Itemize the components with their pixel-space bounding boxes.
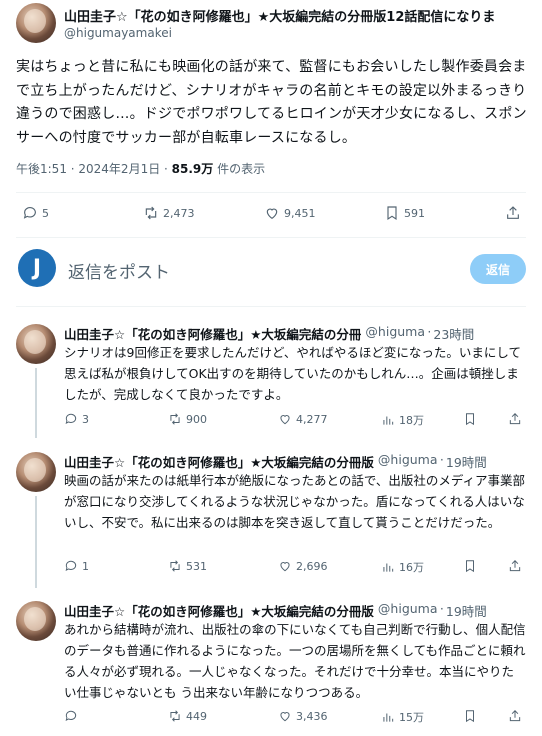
view-count: 85.9万 (171, 162, 214, 176)
repost-icon (170, 413, 180, 425)
reply-time[interactable]: 19時間 (446, 601, 487, 620)
heart-icon (266, 208, 278, 220)
separator-dot: · (439, 452, 444, 467)
like-count: 2,696 (296, 559, 328, 573)
author-name[interactable]: 山田圭子☆「花の如き阿修羅也」★大坂編完結の分冊版 (64, 601, 374, 620)
repost-count: 531 (186, 559, 207, 573)
author-avatar[interactable] (16, 601, 56, 641)
bookmark-action[interactable] (463, 709, 481, 723)
reply-composer: J 返信をポスト 返信 (0, 240, 542, 300)
bookmark-icon (466, 560, 474, 573)
views-action[interactable]: 15万 (381, 709, 424, 725)
heart-icon (280, 415, 290, 425)
reply-text: 映画の話が来たのは紙単行本が絶版になったあとの話で、出版社のメディア事業部が窓口… (64, 473, 526, 530)
thread-line (35, 368, 37, 438)
author-handle[interactable]: @higumayamakei (378, 601, 438, 620)
separator-dot: · (439, 601, 444, 616)
author-avatar[interactable] (16, 452, 56, 492)
share-action[interactable] (508, 412, 526, 426)
share-action[interactable] (508, 559, 526, 573)
bookmark-icon (466, 413, 474, 426)
view-count: 18万 (399, 414, 424, 427)
bookmark-icon (466, 710, 474, 723)
divider (16, 237, 526, 238)
repost-icon (170, 710, 180, 722)
like-count: 3,436 (296, 709, 328, 723)
view-count: 16万 (399, 561, 424, 574)
reply-tweet[interactable]: 山田圭子☆「花の如き阿修羅也」★大坂編完結の分冊 @higumayamakei … (0, 320, 542, 438)
share-icon (509, 413, 521, 425)
like-action[interactable]: 9,451 (264, 205, 316, 221)
reply-time[interactable]: 19時間 (446, 452, 487, 471)
repost-action[interactable]: 531 (168, 559, 207, 573)
reply-icon (65, 710, 77, 722)
like-count: 9,451 (284, 206, 316, 220)
reply-icon (65, 413, 77, 425)
reply-count: 5 (42, 206, 49, 220)
view-count: 15万 (399, 711, 424, 724)
like-count: 4,277 (296, 412, 328, 426)
views-action[interactable]: 18万 (381, 412, 424, 428)
repost-icon (170, 560, 180, 572)
author-handle[interactable]: @higumayamakei (365, 324, 425, 343)
separator-dot: · (427, 324, 432, 339)
reply-action[interactable]: 3 (64, 412, 89, 426)
views-action[interactable]: 16万 (381, 559, 424, 575)
tweet-timestamp[interactable]: 午後1:51 · 2024年2月1日 · (16, 162, 172, 176)
reply-icon (23, 207, 36, 219)
author-avatar[interactable] (16, 3, 56, 43)
repost-count: 449 (186, 709, 207, 723)
repost-action[interactable]: 2,473 (143, 205, 195, 221)
like-action[interactable]: 4,277 (278, 412, 328, 426)
reply-action[interactable]: 5 (22, 205, 49, 221)
reply-icon (65, 560, 77, 572)
reply-tweet[interactable]: 山田圭子☆「花の如き阿修羅也」★大坂編完結の分冊版 @higumayamakei… (0, 597, 542, 736)
reply-action[interactable]: 1 (64, 559, 89, 573)
reply-input[interactable]: 返信をポスト (68, 258, 170, 283)
bookmark-action[interactable] (463, 412, 481, 426)
reply-submit-button[interactable]: 返信 (470, 254, 526, 284)
author-name[interactable]: 山田圭子☆「花の如き阿修羅也」★大坂編完結の分冊版 (64, 452, 374, 471)
reply-text: シナリオは9回修正を要求したんだけど、やればやるほど変になった。いまにして思えば… (64, 345, 521, 402)
like-action[interactable]: 3,436 (278, 709, 328, 723)
author-name[interactable]: 山田圭子☆「花の如き阿修羅也」★大坂編完結の分冊 (64, 324, 361, 343)
bookmark-count: 591 (404, 206, 425, 220)
thread-line (35, 496, 37, 588)
bookmark-icon (387, 206, 397, 221)
like-action[interactable]: 2,696 (278, 559, 328, 573)
share-icon (509, 710, 521, 722)
bookmark-action[interactable]: 591 (384, 205, 425, 221)
share-action[interactable] (508, 709, 526, 723)
divider (16, 306, 526, 307)
repost-action[interactable]: 449 (168, 709, 207, 723)
author-avatar[interactable] (16, 324, 56, 364)
user-avatar[interactable]: J (18, 249, 56, 287)
share-icon (507, 206, 519, 219)
repost-icon (145, 206, 157, 220)
reply-count: 3 (82, 412, 89, 426)
analytics-icon (383, 563, 394, 572)
reply-text: あれから結構時が流れ、出版社の傘の下にいなくても自己判断で行動し、個人配信のデー… (64, 622, 526, 700)
analytics-icon (383, 416, 394, 425)
author-handle[interactable]: @higumayamakei (64, 26, 172, 40)
reply-tweet[interactable]: 山田圭子☆「花の如き阿修羅也」★大坂編完結の分冊版 @higumayamakei… (0, 448, 542, 588)
heart-icon (280, 562, 290, 572)
tweet-meta: 午後1:51 · 2024年2月1日 · 85.9万 件の表示 (16, 160, 265, 177)
share-icon (509, 560, 521, 572)
reply-time[interactable]: 23時間 (433, 324, 474, 343)
view-label: 件の表示 (213, 162, 266, 176)
tweet-text: 実はちょっと昔に私にも映画化の話が来て、監督にもお会いしたし製作委員会まで立ち上… (16, 59, 527, 146)
author-name[interactable]: 山田圭子☆「花の如き阿修羅也」★大坂編完結の分冊版12話配信になりま (64, 6, 534, 25)
share-action[interactable] (505, 205, 525, 221)
divider (16, 192, 526, 193)
reply-action[interactable] (64, 709, 82, 723)
repost-count: 900 (186, 412, 207, 426)
repost-count: 2,473 (163, 206, 195, 220)
author-handle[interactable]: @higumayamakei (378, 452, 438, 471)
heart-icon (280, 712, 290, 722)
repost-action[interactable]: 900 (168, 412, 207, 426)
reply-count: 1 (82, 559, 89, 573)
bookmark-action[interactable] (463, 559, 481, 573)
analytics-icon (383, 713, 394, 722)
